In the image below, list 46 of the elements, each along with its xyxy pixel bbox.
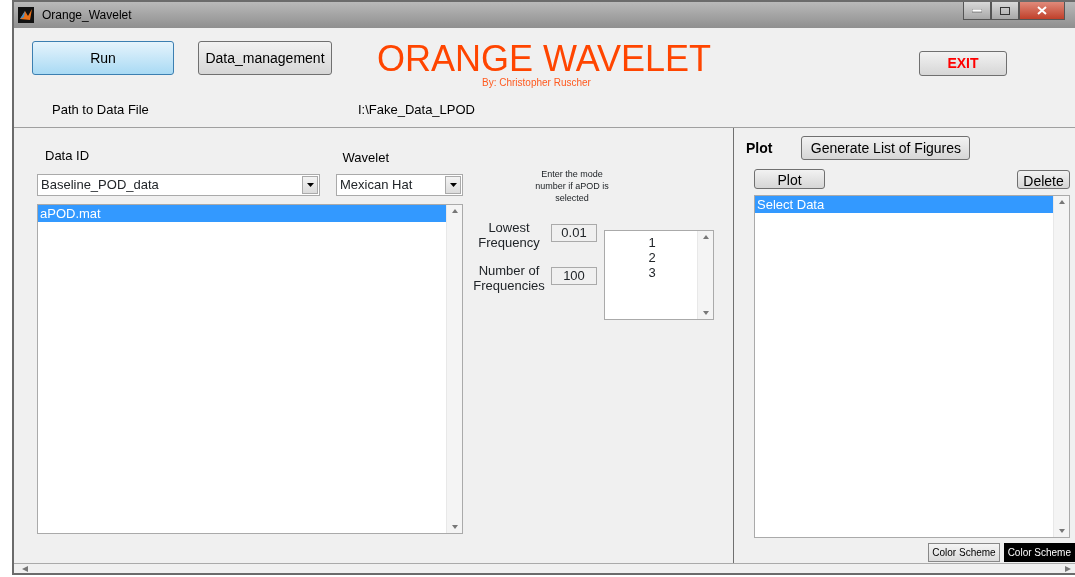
- horizontal-scrollbar[interactable]: [14, 563, 1075, 573]
- minimize-icon: [972, 8, 982, 13]
- scroll-down-icon: [1058, 529, 1065, 533]
- minimize-button[interactable]: [963, 2, 991, 20]
- run-button[interactable]: Run: [32, 41, 174, 75]
- list-item[interactable]: 2: [605, 250, 697, 265]
- close-button[interactable]: [1019, 2, 1065, 20]
- path-label: Path to Data File: [52, 101, 149, 119]
- field-label: Number of Frequencies: [472, 263, 546, 293]
- scrollbar[interactable]: [1053, 196, 1069, 537]
- window-title: Orange_Wavelet: [42, 7, 132, 24]
- scrollbar[interactable]: [697, 231, 713, 319]
- color-scheme-button[interactable]: Color Scheme: [1003, 543, 1075, 562]
- maximize-button[interactable]: [991, 2, 1019, 20]
- generate-figures-button[interactable]: Generate List of Figures: [801, 136, 971, 160]
- list-item[interactable]: 1: [605, 235, 697, 250]
- wavelet-label: Wavelet: [342, 149, 389, 167]
- app-icon: [18, 7, 34, 23]
- scrollbar[interactable]: [446, 204, 462, 533]
- delete-button[interactable]: Delete: [1017, 170, 1070, 189]
- wavelet-dropdown[interactable]: Mexican Hat: [336, 173, 463, 196]
- field-label: Lowest Frequency: [477, 220, 541, 250]
- number-field[interactable]: 0.01: [551, 224, 597, 242]
- author-credit: By: Christopher Ruscher: [482, 77, 592, 88]
- data-management-button[interactable]: Data_management: [198, 41, 332, 75]
- plot-button[interactable]: Plot: [754, 169, 825, 189]
- list-item[interactable]: 3: [605, 265, 697, 280]
- scroll-right-icon: [1065, 565, 1071, 572]
- scroll-up-icon: [1058, 200, 1065, 204]
- color-scheme-button[interactable]: Color Scheme: [928, 543, 1000, 562]
- mode-hint: Enter the mode number if aPOD is selected: [534, 168, 610, 204]
- scroll-up-icon: [702, 235, 709, 239]
- scroll-down-icon: [702, 311, 709, 315]
- path-value: I:\Fake_Data_LPOD: [357, 101, 475, 119]
- scroll-up-icon: [451, 208, 458, 213]
- caret-icon: [449, 182, 457, 187]
- scroll-left-icon: [22, 565, 28, 572]
- maximize-icon: [1000, 6, 1010, 15]
- close-icon: [1037, 6, 1047, 15]
- number-field[interactable]: 100: [551, 267, 597, 285]
- scroll-down-icon: [451, 524, 458, 529]
- caret-icon: [306, 182, 314, 187]
- plot-heading: Plot: [746, 138, 773, 158]
- data-id-dropdown[interactable]: Baseline_POD_data: [37, 173, 320, 196]
- app-title: ORANGE WAVELET: [377, 41, 713, 77]
- data-id-label: Data ID: [45, 147, 90, 165]
